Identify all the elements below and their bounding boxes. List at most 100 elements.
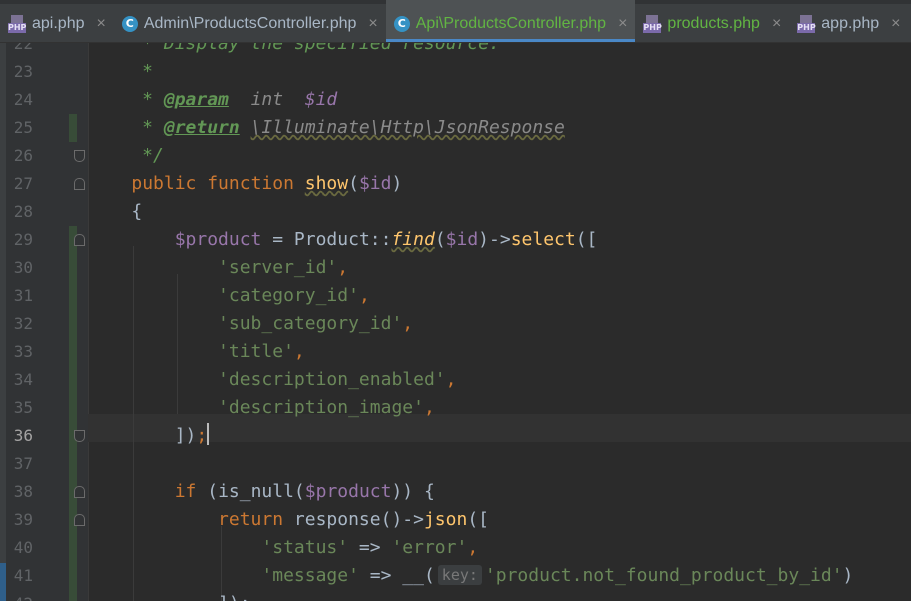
tab-label: Admin\ProductsController.php <box>143 15 357 32</box>
tab-app-php[interactable]: PHP app.php × <box>789 0 908 42</box>
code-text: * @return \Illuminate\Http\JsonResponse <box>88 117 565 138</box>
code-line-27: 27 public function show($id) <box>0 170 911 198</box>
code-text: ]); <box>88 590 251 601</box>
code-text: */ <box>88 145 164 166</box>
code-text: * @param int $id <box>88 89 338 110</box>
code-line-28: 28 { <box>0 198 911 226</box>
code-line-24: 24 * @param int $id <box>0 86 911 114</box>
code-text: 'title', <box>218 341 305 362</box>
line-number: 25 <box>13 118 33 137</box>
fold-start-icon[interactable] <box>74 234 85 246</box>
code-text: if (is_null($product)) { <box>174 481 435 502</box>
code-line-31: 31 'category_id', <box>0 282 911 310</box>
line-number: 34 <box>13 370 33 389</box>
line-number: 22 <box>13 43 33 53</box>
code-text: ]); <box>174 423 210 446</box>
code-line-37: 37 <box>0 450 911 478</box>
close-icon[interactable]: × <box>368 15 377 33</box>
line-number: 27 <box>13 174 33 193</box>
line-number: 41 <box>13 566 33 585</box>
tab-api-php[interactable]: PHP api.php × <box>0 0 114 42</box>
line-number: 33 <box>13 342 33 361</box>
vcs-change-marker[interactable] <box>69 366 77 394</box>
code-text: * <box>88 61 154 82</box>
code-text: 'message' => __(key:'product.not_found_p… <box>261 565 854 586</box>
vcs-change-marker[interactable] <box>69 282 77 310</box>
code-line-36: 36 ]); <box>0 422 911 450</box>
code-line-22: 22 * Display the specified resource. <box>0 43 911 58</box>
line-number: 38 <box>13 482 33 501</box>
line-number: 35 <box>13 398 33 417</box>
tab-label: products.php <box>667 15 760 32</box>
vcs-change-marker[interactable] <box>69 338 77 366</box>
code-line-38: 38 if (is_null($product)) { <box>0 478 911 506</box>
fold-end-icon[interactable] <box>74 430 85 442</box>
vcs-change-marker[interactable] <box>69 394 77 422</box>
code-line-42: 42 ]); <box>0 590 911 601</box>
code-text: 'description_image', <box>218 397 435 418</box>
line-number: 31 <box>13 286 33 305</box>
text-caret <box>207 423 210 445</box>
code-text: $product = Product::find($id)->select([ <box>174 229 598 250</box>
class-icon: C <box>393 16 410 32</box>
tab-products-php[interactable]: PHP products.php × <box>635 0 789 42</box>
php-file-icon: PHP <box>797 15 816 33</box>
fold-start-icon[interactable] <box>74 514 85 526</box>
line-number: 24 <box>13 90 33 109</box>
fold-start-icon[interactable] <box>74 486 85 498</box>
fold-start-icon[interactable] <box>74 178 85 190</box>
code-text: 'server_id', <box>218 257 349 278</box>
code-line-29: 29 $product = Product::find($id)->select… <box>0 226 911 254</box>
vcs-change-marker[interactable] <box>69 114 77 142</box>
close-icon[interactable]: × <box>891 15 900 33</box>
code-line-41: 41 'message' => __(key:'product.not_foun… <box>0 562 911 590</box>
line-number: 42 <box>0 590 33 601</box>
tab-label: Api\ProductsController.php <box>415 15 607 32</box>
editor-tab-bar: PHP api.php × C Admin\ProductsController… <box>0 0 911 43</box>
code-line-23: 23 * <box>0 58 911 86</box>
vcs-change-marker[interactable] <box>69 310 77 338</box>
code-text: public function show($id) <box>131 173 403 194</box>
code-text: 'description_enabled', <box>218 369 457 390</box>
line-number: 28 <box>13 202 33 221</box>
tab-label: api.php <box>32 15 85 32</box>
code-line-33: 33 'title', <box>0 338 911 366</box>
code-text: * Display the specified resource. <box>88 43 500 54</box>
code-line-30: 30 'server_id', <box>0 254 911 282</box>
class-icon: C <box>121 16 138 32</box>
vcs-change-marker[interactable] <box>69 590 77 601</box>
code-line-32: 32 'sub_category_id', <box>0 310 911 338</box>
code-line-25: 25 * @return \Illuminate\Http\JsonRespon… <box>0 114 911 142</box>
code-line-34: 34 'description_enabled', <box>0 366 911 394</box>
code-editor[interactable]: 22 * Display the specified resource. 23 … <box>0 43 911 601</box>
tab-admin-products-controller[interactable]: C Admin\ProductsController.php × <box>114 0 386 42</box>
code-line-26: 26 */ <box>0 142 911 170</box>
vcs-change-marker[interactable] <box>69 562 77 590</box>
php-file-icon: PHP <box>643 15 662 33</box>
line-number: 36 <box>13 426 33 445</box>
line-number: 23 <box>13 62 33 81</box>
line-number: 39 <box>13 510 33 529</box>
line-number: 32 <box>13 314 33 333</box>
tab-label: app.php <box>821 15 880 32</box>
code-text: return response()->json([ <box>218 509 490 530</box>
tab-api-products-controller[interactable]: C Api\ProductsController.php × <box>385 0 636 42</box>
line-number: 30 <box>13 258 33 277</box>
code-text: 'status' => 'error', <box>261 537 479 558</box>
line-number: 29 <box>13 230 33 249</box>
code-text: { <box>88 201 143 222</box>
code-text: 'category_id', <box>218 285 370 306</box>
code-line-40: 40 'status' => 'error', <box>0 534 911 562</box>
close-icon[interactable]: × <box>618 15 627 33</box>
close-icon[interactable]: × <box>97 15 106 33</box>
code-line-35: 35 'description_image', <box>0 394 911 422</box>
vcs-change-marker[interactable] <box>69 534 77 562</box>
parameter-hint: key: <box>437 565 482 585</box>
php-file-icon: PHP <box>8 15 26 33</box>
vcs-change-marker[interactable] <box>69 450 77 478</box>
code-text: 'sub_category_id', <box>218 313 414 334</box>
code-line-39: 39 return response()->json([ <box>0 506 911 534</box>
fold-end-icon[interactable] <box>74 150 85 162</box>
vcs-change-marker[interactable] <box>69 254 77 282</box>
close-icon[interactable]: × <box>772 15 781 33</box>
